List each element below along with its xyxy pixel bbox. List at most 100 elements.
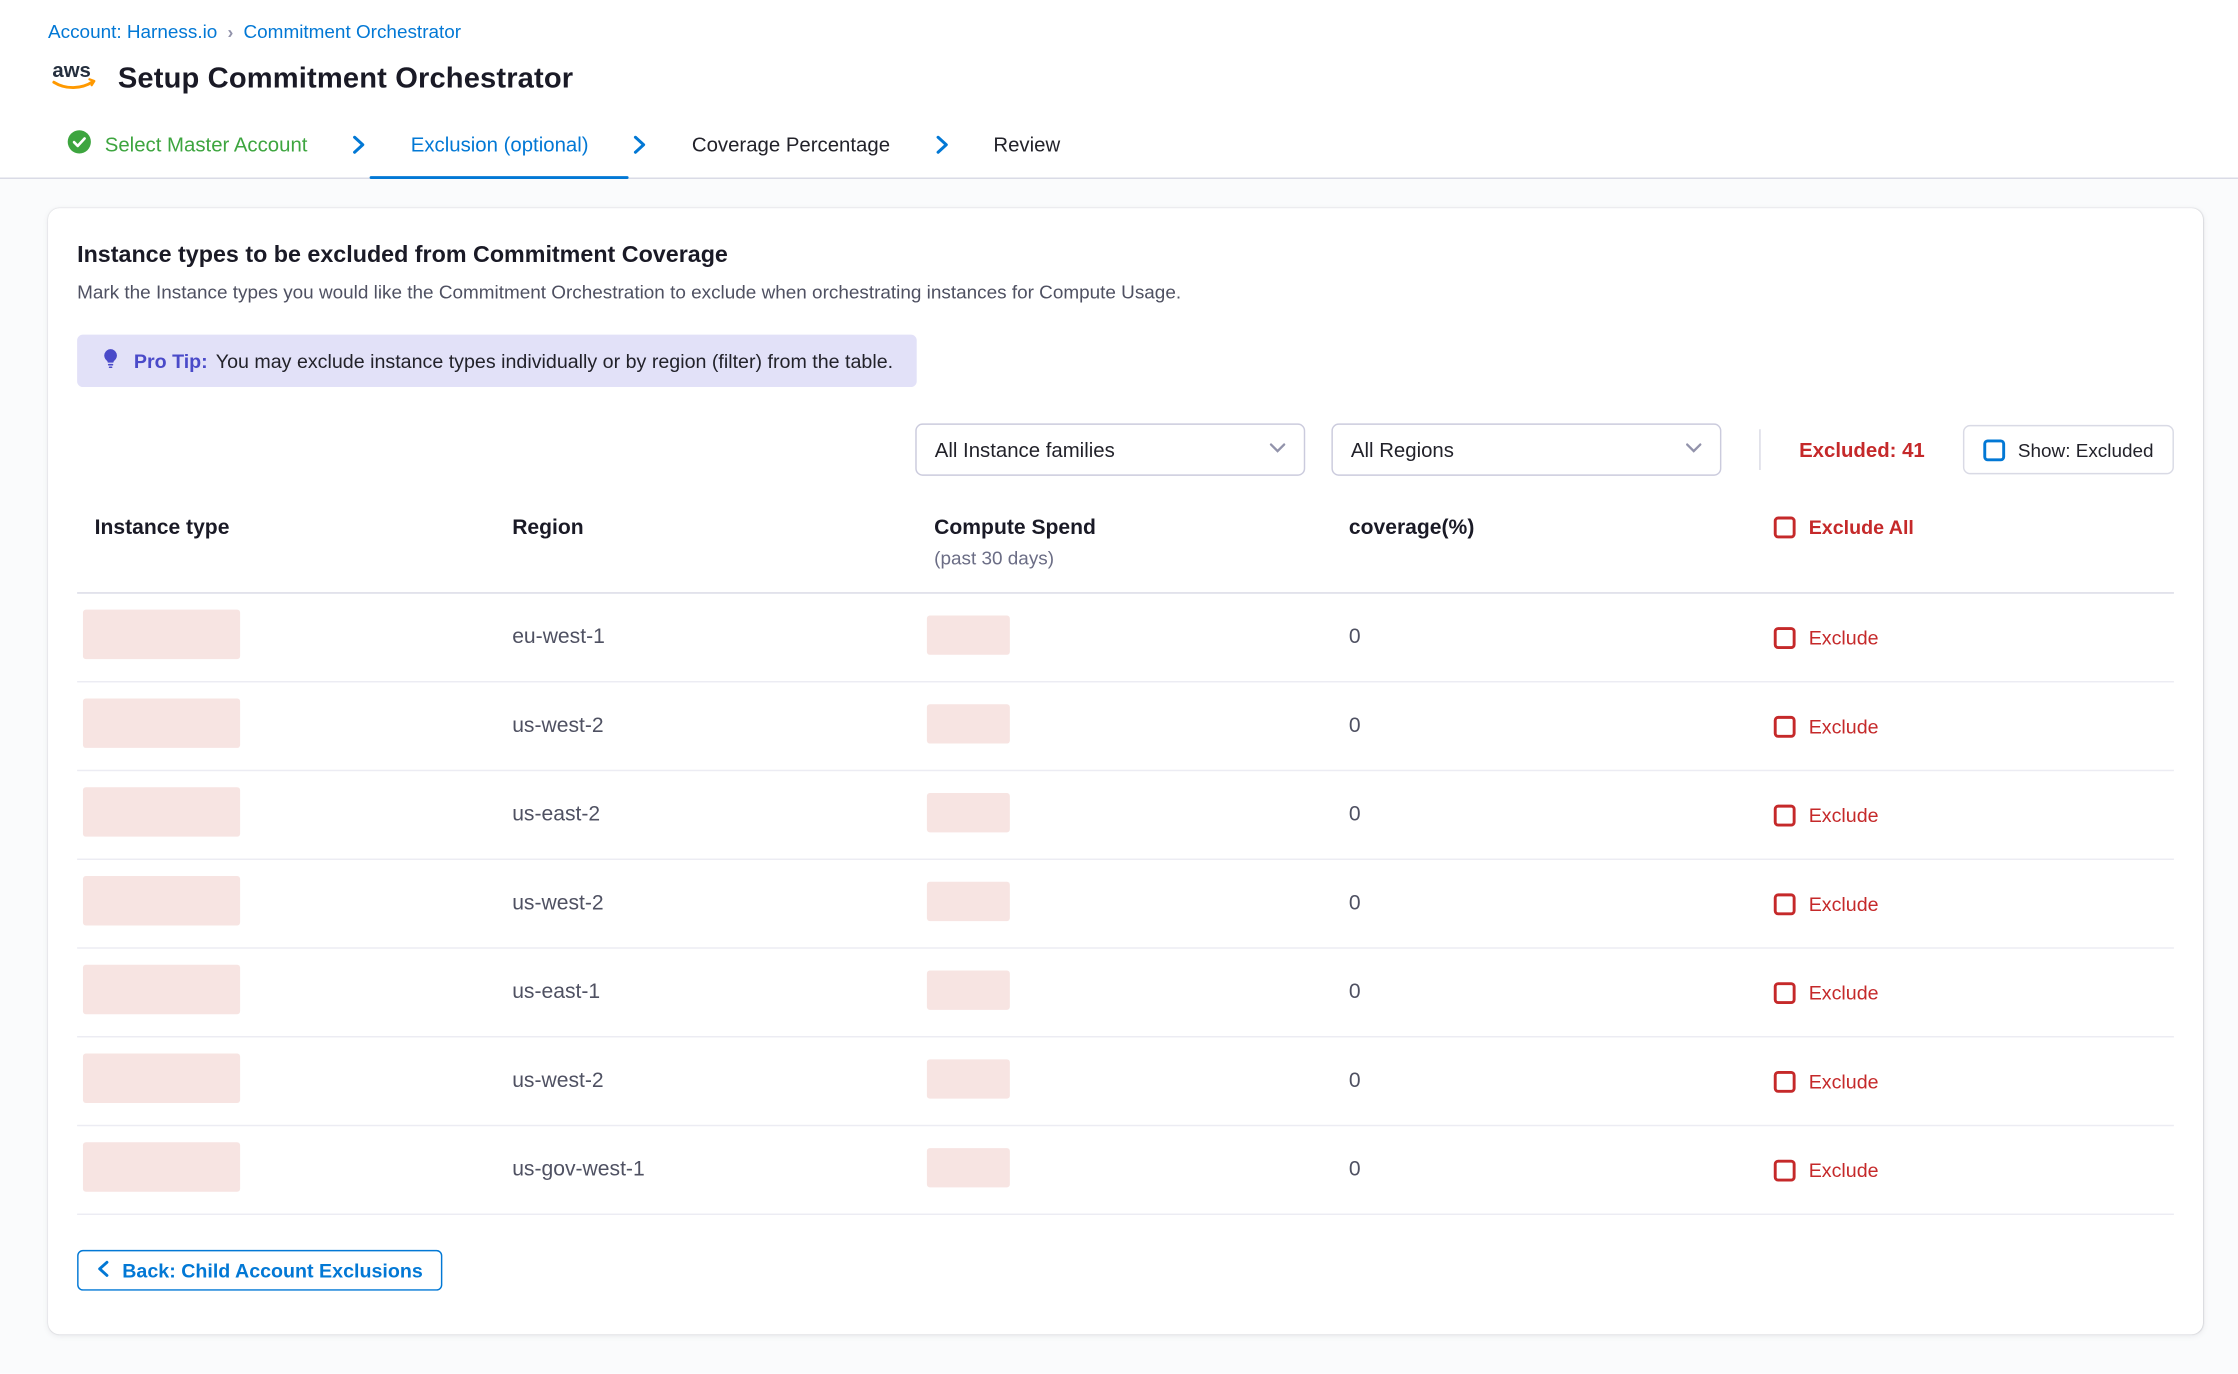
redacted-instance-type — [83, 1053, 240, 1102]
header-instance-type: Instance type — [77, 517, 495, 540]
redacted-compute-spend — [927, 1147, 1010, 1186]
table-header: Instance type Region Compute Spend (past… — [77, 517, 2174, 594]
show-excluded-checkbox[interactable] — [1983, 439, 2005, 461]
chevron-down-icon — [1686, 441, 1703, 458]
instance-families-dropdown[interactable]: All Instance families — [916, 423, 1306, 475]
redacted-instance-type — [83, 965, 240, 1014]
step-label: Exclusion (optional) — [411, 132, 589, 155]
table-row: us-gov-west-1 0 Exclude — [77, 1126, 2174, 1215]
redacted-instance-type — [83, 698, 240, 747]
step-completed-check-icon — [67, 130, 92, 159]
back-button[interactable]: Back: Child Account Exclusions — [77, 1250, 442, 1291]
page-header: Account: Harness.io › Commitment Orchest… — [0, 0, 2238, 102]
redacted-instance-type — [83, 876, 240, 925]
region-cell: us-east-1 — [495, 981, 917, 1004]
region-cell: us-west-2 — [495, 1069, 917, 1092]
header-coverage: coverage(%) — [1331, 517, 1753, 540]
pro-tip-message: You may exclude instance types individua… — [216, 350, 893, 372]
table-row: us-west-2 0 Exclude — [77, 860, 2174, 949]
exclude-checkbox[interactable] — [1774, 804, 1796, 826]
show-excluded-label: Show: Excluded — [2018, 439, 2154, 461]
table-row: us-west-2 0 Exclude — [77, 1037, 2174, 1126]
chevron-right-icon — [629, 133, 651, 155]
redacted-compute-spend — [927, 615, 1010, 654]
step-coverage-percentage[interactable]: Coverage Percentage — [651, 111, 931, 178]
exclude-checkbox[interactable] — [1774, 1159, 1796, 1181]
region-cell: us-west-2 — [495, 892, 917, 915]
table-row: us-west-2 0 Exclude — [77, 682, 2174, 771]
exclude-label: Exclude — [1809, 715, 1879, 737]
exclude-label: Exclude — [1809, 1070, 1879, 1092]
chevron-left-icon — [96, 1259, 111, 1281]
step-label: Review — [993, 132, 1060, 155]
redacted-instance-type — [83, 1142, 240, 1191]
redacted-compute-spend — [927, 881, 1010, 920]
redacted-instance-type — [83, 787, 240, 836]
pro-tip-banner: Pro Tip: You may exclude instance types … — [77, 335, 916, 387]
exclude-checkbox[interactable] — [1774, 981, 1796, 1003]
exclude-checkbox[interactable] — [1774, 893, 1796, 915]
pro-tip-label: Pro Tip: — [134, 350, 208, 372]
regions-value: All Regions — [1351, 438, 1454, 461]
back-button-label: Back: Child Account Exclusions — [122, 1259, 423, 1281]
chevron-right-icon — [348, 133, 370, 155]
breadcrumb-page-link[interactable]: Commitment Orchestrator — [244, 20, 462, 42]
coverage-cell: 0 — [1331, 1158, 1753, 1181]
exclude-label: Exclude — [1809, 981, 1879, 1003]
header-compute-spend: Compute Spend (past 30 days) — [917, 517, 1332, 569]
wizard-stepper: Select Master Account Exclusion (optiona… — [0, 111, 2238, 179]
redacted-compute-spend — [927, 1059, 1010, 1098]
coverage-cell: 0 — [1331, 892, 1753, 915]
exclude-all-label: Exclude All — [1809, 517, 1914, 539]
region-cell: us-gov-west-1 — [495, 1158, 917, 1181]
chevron-right-icon — [931, 133, 953, 155]
aws-logo-icon: aws — [48, 57, 100, 102]
region-cell: eu-west-1 — [495, 626, 917, 649]
coverage-cell: 0 — [1331, 981, 1753, 1004]
redacted-compute-spend — [927, 704, 1010, 743]
exclude-label: Exclude — [1809, 804, 1879, 826]
header-compute-spend-title: Compute Spend — [934, 517, 1331, 540]
step-select-master-account[interactable]: Select Master Account — [49, 111, 348, 178]
redacted-compute-spend — [927, 792, 1010, 831]
region-cell: us-east-2 — [495, 803, 917, 826]
chevron-down-icon — [1269, 441, 1286, 458]
coverage-cell: 0 — [1331, 803, 1753, 826]
regions-dropdown[interactable]: All Regions — [1332, 423, 1722, 475]
exclude-label: Exclude — [1809, 626, 1879, 648]
exclude-label: Exclude — [1809, 893, 1879, 915]
coverage-cell: 0 — [1331, 714, 1753, 737]
card-subtitle: Mark the Instance types you would like t… — [77, 281, 2174, 303]
breadcrumb-separator-icon: › — [227, 21, 233, 41]
exclude-checkbox[interactable] — [1774, 715, 1796, 737]
card-title: Instance types to be excluded from Commi… — [77, 243, 2174, 269]
exclusion-card: Instance types to be excluded from Commi… — [48, 208, 2203, 1334]
instance-families-value: All Instance families — [935, 438, 1115, 461]
table-row: us-east-2 0 Exclude — [77, 771, 2174, 860]
page: Account: Harness.io › Commitment Orchest… — [0, 0, 2238, 1374]
redacted-compute-spend — [927, 970, 1010, 1009]
coverage-cell: 0 — [1331, 626, 1753, 649]
show-excluded-toggle[interactable]: Show: Excluded — [1963, 425, 2174, 474]
lightbulb-icon — [100, 348, 120, 374]
page-title: Setup Commitment Orchestrator — [118, 63, 573, 96]
header-exclude-all: Exclude All — [1753, 517, 2174, 539]
table-row: eu-west-1 0 Exclude — [77, 594, 2174, 683]
filter-bar: All Instance families All Regions Exclud… — [77, 423, 2174, 475]
header-compute-spend-sub: (past 30 days) — [934, 547, 1331, 569]
exclude-checkbox[interactable] — [1774, 1070, 1796, 1092]
pro-tip-text: Pro Tip: You may exclude instance types … — [134, 350, 893, 372]
step-review[interactable]: Review — [953, 111, 1101, 178]
exclude-all-checkbox[interactable] — [1774, 517, 1796, 539]
exclude-checkbox[interactable] — [1774, 626, 1796, 648]
step-exclusion[interactable]: Exclusion (optional) — [370, 111, 629, 178]
region-cell: us-west-2 — [495, 714, 917, 737]
step-label: Coverage Percentage — [692, 132, 890, 155]
excluded-count: Excluded: 41 — [1799, 438, 1925, 461]
header-region: Region — [495, 517, 917, 540]
main-content: Instance types to be excluded from Commi… — [0, 179, 2238, 1374]
exclude-label: Exclude — [1809, 1159, 1879, 1181]
breadcrumb-account-link[interactable]: Account: Harness.io — [48, 20, 217, 42]
redacted-instance-type — [83, 610, 240, 659]
table-row: us-east-1 0 Exclude — [77, 949, 2174, 1038]
